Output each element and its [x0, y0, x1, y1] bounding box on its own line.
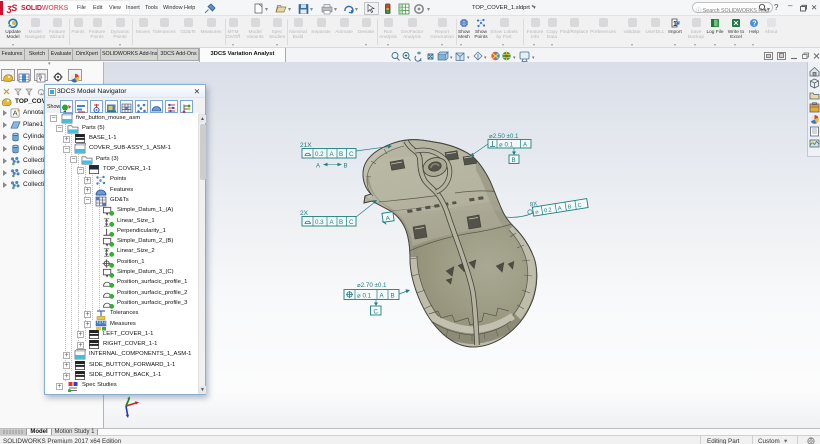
svg-text:0.2: 0.2 — [315, 151, 324, 158]
svg-text:C: C — [349, 151, 354, 158]
svg-text:▾: ▾ — [467, 55, 470, 61]
svg-text:▾: ▾ — [484, 55, 487, 61]
svg-text:▾: ▾ — [427, 7, 430, 13]
svg-text:C: C — [349, 219, 354, 226]
svg-text:⌀2.50 ±0.1: ⌀2.50 ±0.1 — [489, 133, 519, 140]
svg-text:2X: 2X — [300, 210, 309, 217]
svg-text:B: B — [339, 151, 343, 158]
svg-text:▾: ▾ — [767, 7, 770, 13]
svg-text:⌀2.70 ±0.1: ⌀2.70 ±0.1 — [357, 282, 387, 289]
svg-text:▾: ▾ — [288, 7, 291, 13]
svg-text:B: B — [391, 292, 395, 299]
svg-text:▾: ▾ — [310, 7, 313, 13]
svg-text:A: A — [316, 164, 320, 170]
svg-text:B: B — [344, 164, 348, 170]
svg-text:⌀ 0.1: ⌀ 0.1 — [499, 141, 514, 148]
svg-text:▾: ▾ — [355, 7, 358, 13]
svg-text:⌀ 0.1: ⌀ 0.1 — [357, 292, 372, 299]
svg-text:21X: 21X — [300, 142, 312, 149]
svg-text:B: B — [339, 219, 343, 226]
svg-text:B: B — [512, 157, 516, 164]
svg-text:0.3: 0.3 — [315, 219, 324, 226]
svg-text:C: C — [374, 308, 379, 315]
svg-text:▾: ▾ — [334, 7, 337, 13]
svg-text:▾: ▾ — [532, 55, 535, 61]
svg-text:▾: ▾ — [450, 55, 453, 61]
svg-text:A: A — [13, 109, 18, 118]
svg-text:▾: ▾ — [265, 7, 268, 13]
svg-text:▾: ▾ — [513, 55, 516, 61]
svg-text:0.2: 0.2 — [544, 207, 553, 214]
